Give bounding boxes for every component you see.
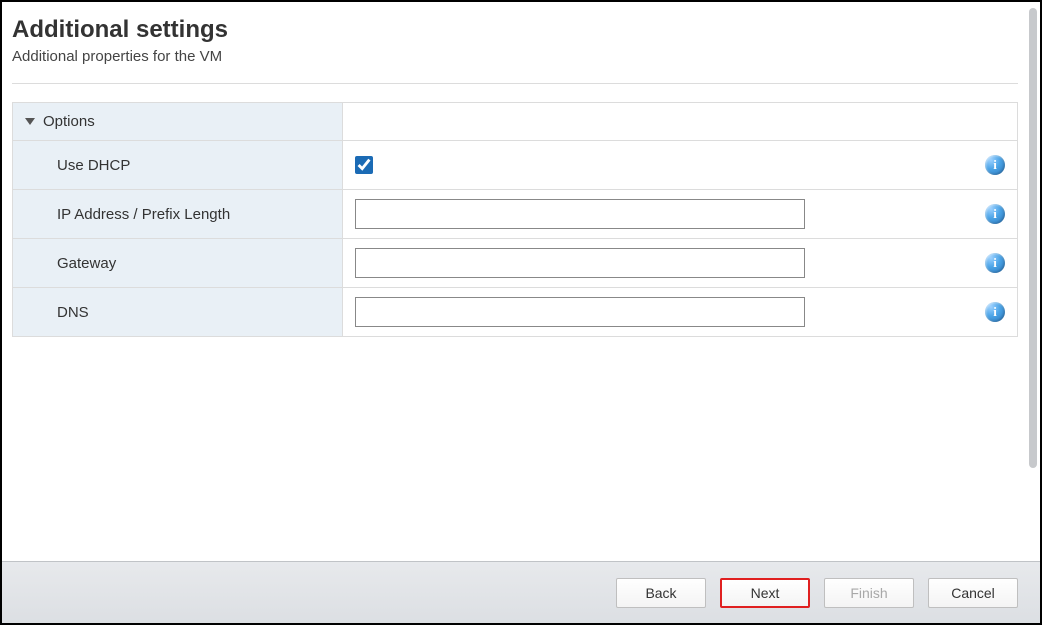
use-dhcp-checkbox[interactable]	[355, 156, 373, 174]
label-ip-address: IP Address / Prefix Length	[13, 192, 342, 237]
info-icon[interactable]	[985, 155, 1005, 175]
dialog-frame: Additional settings Additional propertie…	[0, 0, 1042, 625]
row-dns: DNS	[13, 288, 1018, 337]
finish-button: Finish	[824, 578, 914, 608]
divider	[12, 83, 1018, 84]
ip-address-input[interactable]	[355, 199, 805, 229]
next-button[interactable]: Next	[720, 578, 810, 608]
gateway-input[interactable]	[355, 248, 805, 278]
section-header-row[interactable]: Options	[13, 103, 1018, 141]
footer-bar: Back Next Finish Cancel	[2, 561, 1040, 623]
back-button[interactable]: Back	[616, 578, 706, 608]
dns-input[interactable]	[355, 297, 805, 327]
section-title: Options	[43, 113, 95, 130]
scrollbar[interactable]	[1028, 4, 1038, 474]
chevron-down-icon	[25, 118, 35, 125]
row-ip-address: IP Address / Prefix Length	[13, 190, 1018, 239]
info-icon[interactable]	[985, 204, 1005, 224]
label-gateway: Gateway	[13, 241, 342, 286]
info-icon[interactable]	[985, 253, 1005, 273]
page-subtitle: Additional properties for the VM	[12, 48, 1018, 77]
label-use-dhcp: Use DHCP	[13, 143, 342, 188]
scrollbar-thumb[interactable]	[1029, 8, 1037, 468]
info-icon[interactable]	[985, 302, 1005, 322]
options-table: Options Use DHCP IP Address / Prefix Len…	[12, 102, 1018, 337]
section-header-value	[343, 103, 1018, 141]
page-title: Additional settings	[12, 10, 1018, 48]
row-use-dhcp: Use DHCP	[13, 141, 1018, 190]
row-gateway: Gateway	[13, 239, 1018, 288]
content-area: Additional settings Additional propertie…	[2, 2, 1028, 563]
cancel-button[interactable]: Cancel	[928, 578, 1018, 608]
label-dns: DNS	[13, 290, 342, 335]
